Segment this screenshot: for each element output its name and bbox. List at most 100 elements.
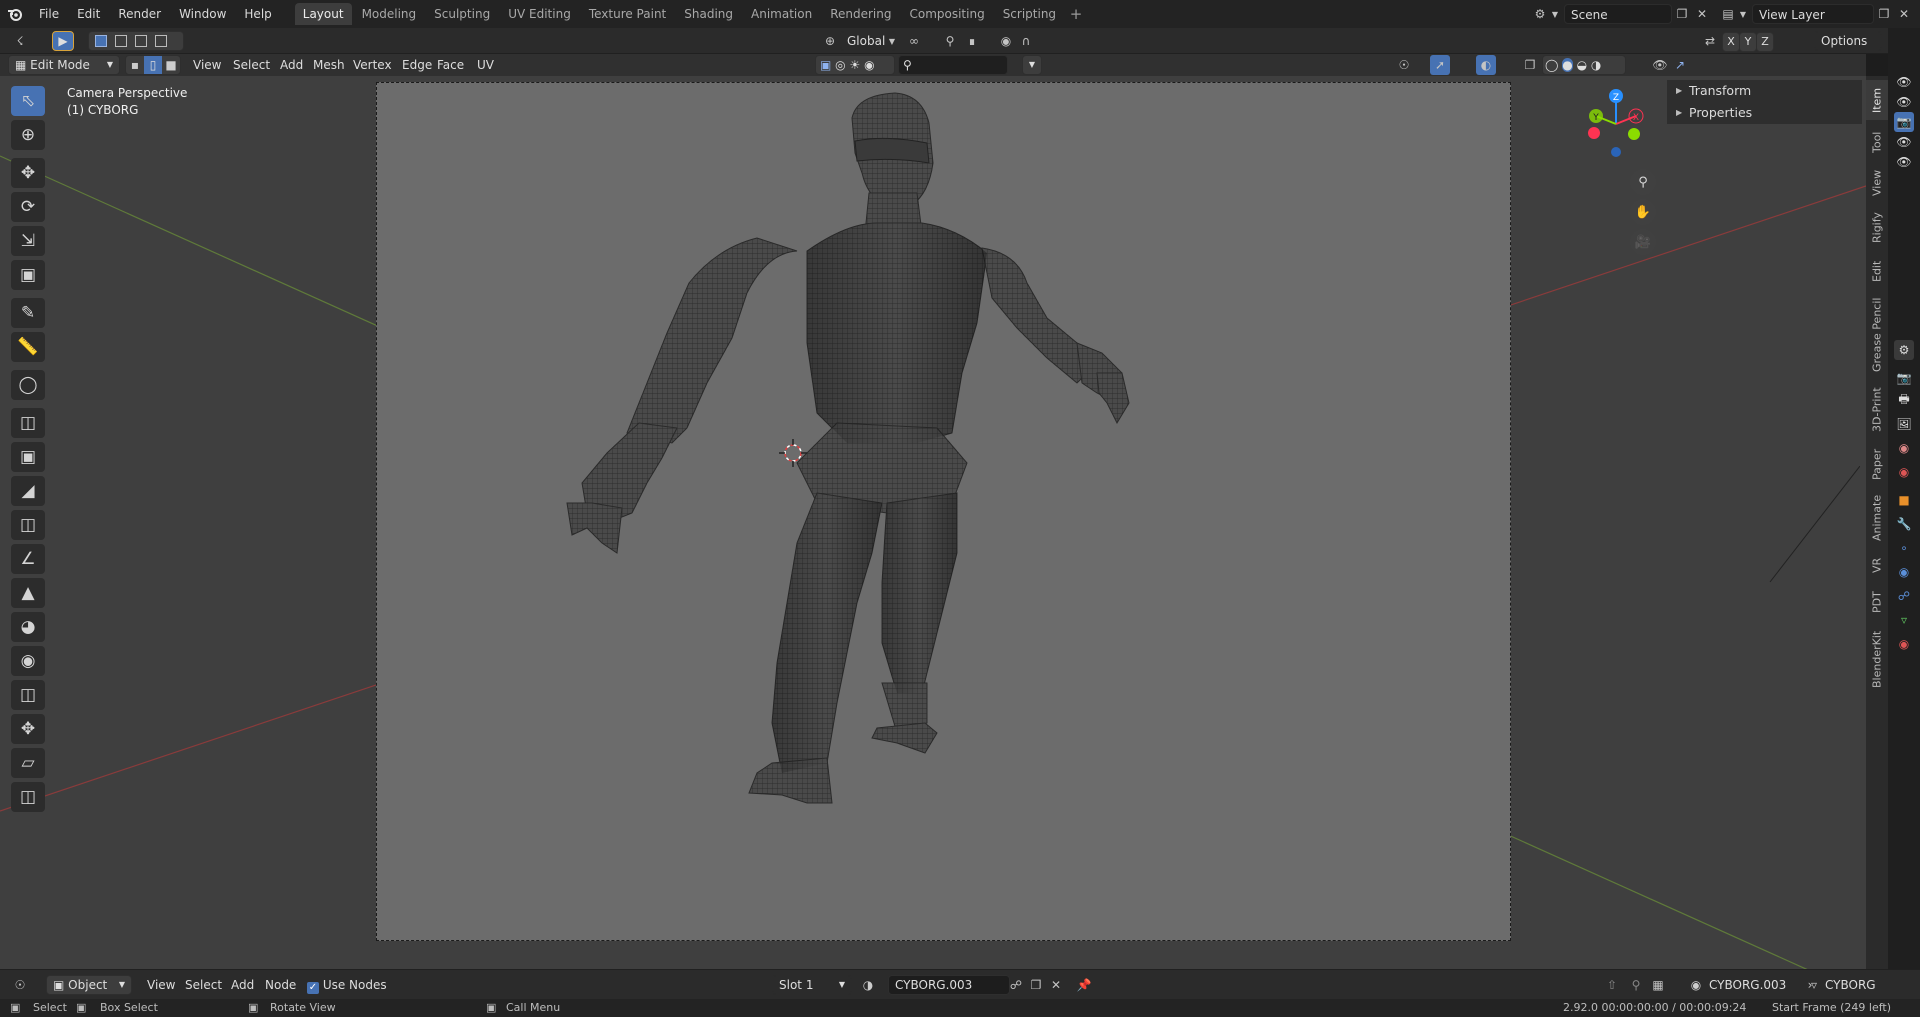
move-icon[interactable]: ✥	[11, 158, 45, 188]
spin-icon[interactable]: ◕	[11, 612, 45, 642]
data-properties-icon[interactable]: ▿	[1894, 610, 1914, 630]
workspace-tab-uv-editing[interactable]: UV Editing	[500, 3, 579, 25]
panel-transform[interactable]: ▶ Transform	[1667, 80, 1862, 102]
duplicate-material-icon[interactable]: ❐	[1026, 975, 1046, 995]
delete-scene-icon[interactable]: ✕	[1692, 4, 1712, 24]
tab-blenderkit[interactable]: BlenderKit	[1866, 624, 1888, 694]
tab-tool[interactable]: Tool	[1866, 124, 1888, 160]
cursor-icon[interactable]: ⊕	[11, 120, 45, 150]
tab-paper[interactable]: Paper	[1866, 442, 1888, 486]
overlays-toggle-icon[interactable]: ◐	[1476, 55, 1496, 75]
output-properties-icon[interactable]: 🖶	[1894, 390, 1914, 410]
eye-icon[interactable]: 👁	[1894, 152, 1914, 172]
zoom-icon[interactable]: ⚲	[1630, 169, 1656, 195]
bevel-icon[interactable]: ◢	[11, 476, 45, 506]
panel-properties[interactable]: ▶ Properties	[1667, 102, 1862, 124]
parent-node-icon[interactable]: ⇧	[1602, 975, 1622, 995]
mesh-filter-icon[interactable]: ▣	[820, 58, 831, 72]
tab-edit[interactable]: Edit	[1866, 254, 1888, 288]
active-tool-icon[interactable]: ▶	[52, 31, 74, 51]
editor-type-icon[interactable]: ☇	[10, 31, 30, 51]
menu-window[interactable]: Window	[170, 0, 235, 28]
fake-user-icon[interactable]: ☍	[1006, 975, 1026, 995]
rendered-shading-icon[interactable]: ◑	[1591, 58, 1601, 72]
menu-vertex[interactable]: Vertex	[348, 55, 397, 75]
measure-icon[interactable]: 📏	[11, 332, 45, 362]
rotate-icon[interactable]: ⟳	[11, 192, 45, 222]
menu-uv[interactable]: UV	[472, 55, 499, 75]
material-shading-icon[interactable]: ◒	[1577, 58, 1587, 72]
menu-face[interactable]: Face	[432, 55, 469, 75]
snap-element-icon[interactable]: ▦	[1648, 975, 1668, 995]
node-menu-view[interactable]: View	[142, 975, 180, 995]
editor-type-icon[interactable]: ☉	[10, 975, 30, 995]
add-workspace-icon[interactable]: +	[1066, 5, 1086, 23]
tab-grease-pencil[interactable]: Grease Pencil	[1866, 292, 1888, 378]
object-type-filters[interactable]: ▣ ◎ ☀ ◉	[815, 55, 895, 75]
menu-mesh[interactable]: Mesh	[308, 55, 350, 75]
workspace-tab-rendering[interactable]: Rendering	[822, 3, 899, 25]
extrude-icon[interactable]: ◫	[11, 408, 45, 438]
add-cube-icon[interactable]: ◯	[11, 370, 45, 400]
modifier-properties-icon[interactable]: 🔧	[1894, 514, 1914, 534]
scale-icon[interactable]: ⇲	[11, 226, 45, 256]
workspace-tab-compositing[interactable]: Compositing	[901, 3, 992, 25]
mode-dropdown[interactable]: ▦ Edit Mode ▼	[8, 55, 120, 75]
particles-properties-icon[interactable]: ∘	[1894, 538, 1914, 558]
camera-icon[interactable]: 📷	[1894, 112, 1914, 132]
transform-icon[interactable]: ▣	[11, 260, 45, 290]
restrict-select-icon[interactable]: ↗	[1670, 55, 1690, 75]
loop-cut-icon[interactable]: ◫	[11, 510, 45, 540]
constraint-properties-icon[interactable]: ☍	[1894, 586, 1914, 606]
unlink-material-icon[interactable]: ✕	[1046, 975, 1066, 995]
snap-icon[interactable]: ⚲	[940, 31, 960, 51]
tab-item[interactable]: Item	[1866, 80, 1888, 120]
falloff-icon[interactable]: ∩	[1016, 31, 1036, 51]
tab-rigify[interactable]: Rigify	[1866, 206, 1888, 250]
world-properties-icon[interactable]: ◉	[1894, 462, 1914, 482]
workspace-tab-scripting[interactable]: Scripting	[995, 3, 1064, 25]
menu-help[interactable]: Help	[235, 0, 280, 28]
smooth-icon[interactable]: ◉	[11, 646, 45, 676]
eye-icon[interactable]: 👁	[1894, 92, 1914, 112]
pivot-point-icon[interactable]: ∞	[904, 31, 924, 51]
selection-mode-buttons[interactable]	[88, 31, 184, 51]
use-nodes-checkbox[interactable]: ✓ Use Nodes	[302, 975, 392, 995]
options-dropdown[interactable]: Options	[1814, 31, 1882, 51]
mirror-icon[interactable]: ⇄	[1700, 31, 1720, 51]
menu-view[interactable]: View	[188, 55, 226, 75]
poly-build-icon[interactable]: ▲	[11, 578, 45, 608]
filter-dropdown[interactable]: ▼	[1022, 55, 1042, 75]
proportional-edit-icon[interactable]: ◉	[996, 31, 1016, 51]
menu-select[interactable]: Select	[228, 55, 275, 75]
node-menu-add[interactable]: Add	[226, 975, 259, 995]
visibility-selectability-icon[interactable]: ☉	[1394, 55, 1414, 75]
3d-viewport[interactable]: Camera Perspective (1) CYBORG Z X Y ⚲ ✋ …	[0, 76, 1866, 969]
workspace-tab-sculpting[interactable]: Sculpting	[426, 3, 498, 25]
eye-icon[interactable]: 👁	[1650, 55, 1670, 75]
blender-logo-icon[interactable]	[0, 0, 30, 28]
snap-target-icon[interactable]: ∎	[962, 31, 982, 51]
curve-filter-icon[interactable]: ◎	[835, 58, 845, 72]
view-layer-icon[interactable]: ▤	[1718, 4, 1738, 24]
workspace-tab-shading[interactable]: Shading	[676, 3, 741, 25]
workspace-tab-animation[interactable]: Animation	[743, 3, 820, 25]
mesh-select-mode[interactable]: ▪ ▯ ■	[125, 55, 181, 75]
material-name-field[interactable]: CYBORG.003	[888, 975, 1010, 995]
pan-hand-icon[interactable]: ✋	[1630, 199, 1656, 225]
physics-properties-icon[interactable]: ◉	[1894, 562, 1914, 582]
rip-icon[interactable]: ◫	[11, 782, 45, 812]
slot-dropdown[interactable]: Slot 1 ▼	[772, 975, 852, 995]
pin-icon[interactable]: 📌	[1074, 975, 1094, 995]
scene-icon[interactable]: ⚙	[1530, 4, 1550, 24]
shrink-fatten-icon[interactable]: ✥	[11, 714, 45, 744]
knife-icon[interactable]: ∠	[11, 544, 45, 574]
scene-properties-icon[interactable]: ◉	[1894, 438, 1914, 458]
wireframe-shading-icon[interactable]: ◯	[1545, 58, 1558, 72]
workspace-tab-modeling[interactable]: Modeling	[354, 3, 425, 25]
menu-add[interactable]: Add	[275, 55, 308, 75]
node-menu-select[interactable]: Select	[180, 975, 227, 995]
object-properties-icon[interactable]: ■	[1894, 490, 1914, 510]
mirror-x-toggle[interactable]: X	[1722, 32, 1740, 52]
gizmo-toggle-icon[interactable]: ➚	[1430, 55, 1450, 75]
